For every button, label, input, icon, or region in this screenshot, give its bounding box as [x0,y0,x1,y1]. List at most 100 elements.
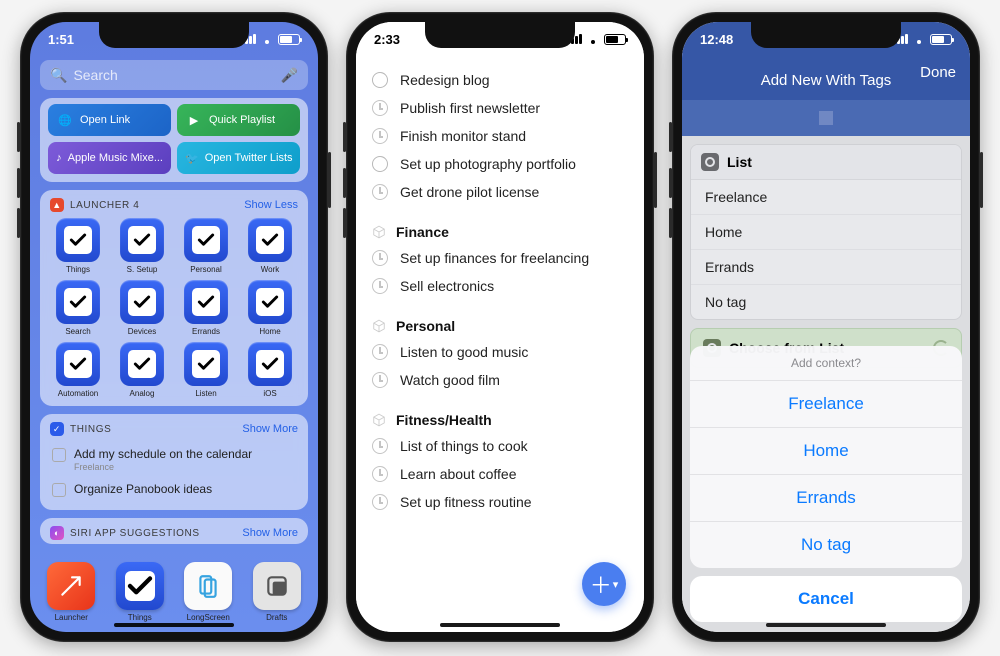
launcher-item-things[interactable]: Things [48,218,108,274]
launcher-item-label: Analog [130,389,155,398]
shortcut-open-twitter-lists[interactable]: 🐦 Open Twitter Lists [177,142,300,174]
nav-subbar [682,100,970,136]
dock-app-things[interactable]: Things [109,562,172,622]
search-placeholder: Search [73,67,117,83]
task-item[interactable]: Listen to good music [356,338,644,366]
things-app-icon [248,342,292,386]
shortcut-icon: ♪ [56,149,62,167]
task-label: Set up finances for freelancing [400,250,589,266]
dock-app-longscreen[interactable]: LongScreen [177,562,240,622]
task-item[interactable]: Learn about coffee [356,460,644,488]
list-row[interactable]: Freelance [691,180,961,214]
launcher-item-label: Listen [195,389,216,398]
shortcut-icon: 🐦 [185,149,199,167]
task-item[interactable]: Set up finances for freelancing [356,244,644,272]
task-item[interactable]: Get drone pilot license [356,178,644,206]
todo-item[interactable]: Add my schedule on the calendarFreelance [48,442,300,477]
mic-icon[interactable]: 🎤 [281,67,298,84]
dock-app-drafts[interactable]: Drafts [246,562,309,622]
launcher-showless[interactable]: Show Less [244,199,298,211]
sheet-option-no-tag[interactable]: No tag [690,522,962,568]
placeholder-icon [819,111,833,125]
launcher-item-devices[interactable]: Devices [112,280,172,336]
task-item[interactable]: Publish first newsletter [356,94,644,122]
launcher-item-errands[interactable]: Errands [176,280,236,336]
shortcut-label: Open Link [80,114,130,126]
task-label: Publish first newsletter [400,100,540,116]
home-indicator[interactable] [766,623,886,627]
things-app-icon [184,280,228,324]
clock-icon [372,128,388,144]
battery-icon [604,34,626,45]
sheet-option-freelance[interactable]: Freelance [690,381,962,428]
task-item[interactable]: Watch good film [356,366,644,394]
dock-label: Drafts [266,613,287,622]
launcher-item-search[interactable]: Search [48,280,108,336]
task-item[interactable]: Set up photography portfolio [356,150,644,178]
launcher-item-automation[interactable]: Automation [48,342,108,398]
task-item[interactable]: Set up fitness routine [356,488,644,516]
launcher-item-s-setup[interactable]: S. Setup [112,218,172,274]
list-row[interactable]: Home [691,214,961,249]
dock-app-launcher[interactable]: Launcher [40,562,103,622]
launcher-item-analog[interactable]: Analog [112,342,172,398]
things-showmore[interactable]: Show More [242,423,298,435]
sheet-option-errands[interactable]: Errands [690,475,962,522]
launcher-item-personal[interactable]: Personal [176,218,236,274]
things-app-icon [56,342,100,386]
shortcut-open-link[interactable]: 🌐Open Link [48,104,171,136]
launcher-widget: ▲ LAUNCHER 4 Show Less ThingsS. SetupPer… [40,190,308,406]
search-input[interactable]: 🔍 Search 🎤 [40,60,308,90]
phone-things: 2:33 Redesign blogPublish first newslett… [346,12,654,642]
task-item[interactable]: Redesign blog [356,66,644,94]
things-badge-icon: ✓ [50,422,64,436]
task-item[interactable]: List of things to cook [356,432,644,460]
launcher-item-listen[interactable]: Listen [176,342,236,398]
shortcut-apple-music-mixe-[interactable]: ♪Apple Music Mixe... [48,142,171,174]
siri-showmore[interactable]: Show More [242,527,298,539]
done-button[interactable]: Done [920,64,956,81]
checkbox-circle-icon[interactable] [372,72,388,88]
sheet-option-home[interactable]: Home [690,428,962,475]
list-action-title: List [727,154,752,170]
clock-icon [372,466,388,482]
checkbox-circle-icon[interactable] [372,156,388,172]
shortcuts-widget: 🌐Open Link▶Quick Playlist♪Apple Music Mi… [40,98,308,182]
siri-widget: ◐ SIRI APP SUGGESTIONS Show More [40,518,308,544]
launcher-item-work[interactable]: Work [240,218,300,274]
list-row[interactable]: No tag [691,284,961,319]
list-row[interactable]: Errands [691,249,961,284]
checkbox-icon[interactable] [52,448,66,462]
launcher-item-label: Search [65,327,90,336]
home-indicator[interactable] [114,623,234,627]
task-label: Sell electronics [400,278,494,294]
launcher-item-home[interactable]: Home [240,280,300,336]
wifi-icon [260,34,274,44]
things-app-icon [248,218,292,262]
task-item[interactable]: Finish monitor stand [356,122,644,150]
things-app-icon [120,280,164,324]
dock-label: Launcher [55,613,88,622]
add-task-button[interactable]: ＋▾ [582,562,626,606]
task-item[interactable]: Sell electronics [356,272,644,300]
home-indicator[interactable] [440,623,560,627]
shortcut-label: Open Twitter Lists [205,152,293,164]
phone-spotlight: 1:51 🔍 Search 🎤 🌐Open Link▶Quick Playlis… [20,12,328,642]
task-label: Set up fitness routine [400,494,532,510]
task-label: Learn about coffee [400,466,517,482]
checkbox-icon[interactable] [52,483,66,497]
section-header[interactable]: Personal [356,300,644,338]
todo-item[interactable]: Organize Panobook ideas [48,477,300,502]
section-title: Finance [396,224,449,240]
launcher-item-label: Personal [190,265,222,274]
battery-icon [278,34,300,45]
launcher-item-label: iOS [263,389,276,398]
shortcut-quick-playlist[interactable]: ▶Quick Playlist [177,104,300,136]
things-app-icon [184,218,228,262]
things-app-icon [56,280,100,324]
section-header[interactable]: Fitness/Health [356,394,644,432]
launcher-item-ios[interactable]: iOS [240,342,300,398]
task-label: Listen to good music [400,344,528,360]
sheet-cancel-button[interactable]: Cancel [690,576,962,622]
section-header[interactable]: Finance [356,206,644,244]
